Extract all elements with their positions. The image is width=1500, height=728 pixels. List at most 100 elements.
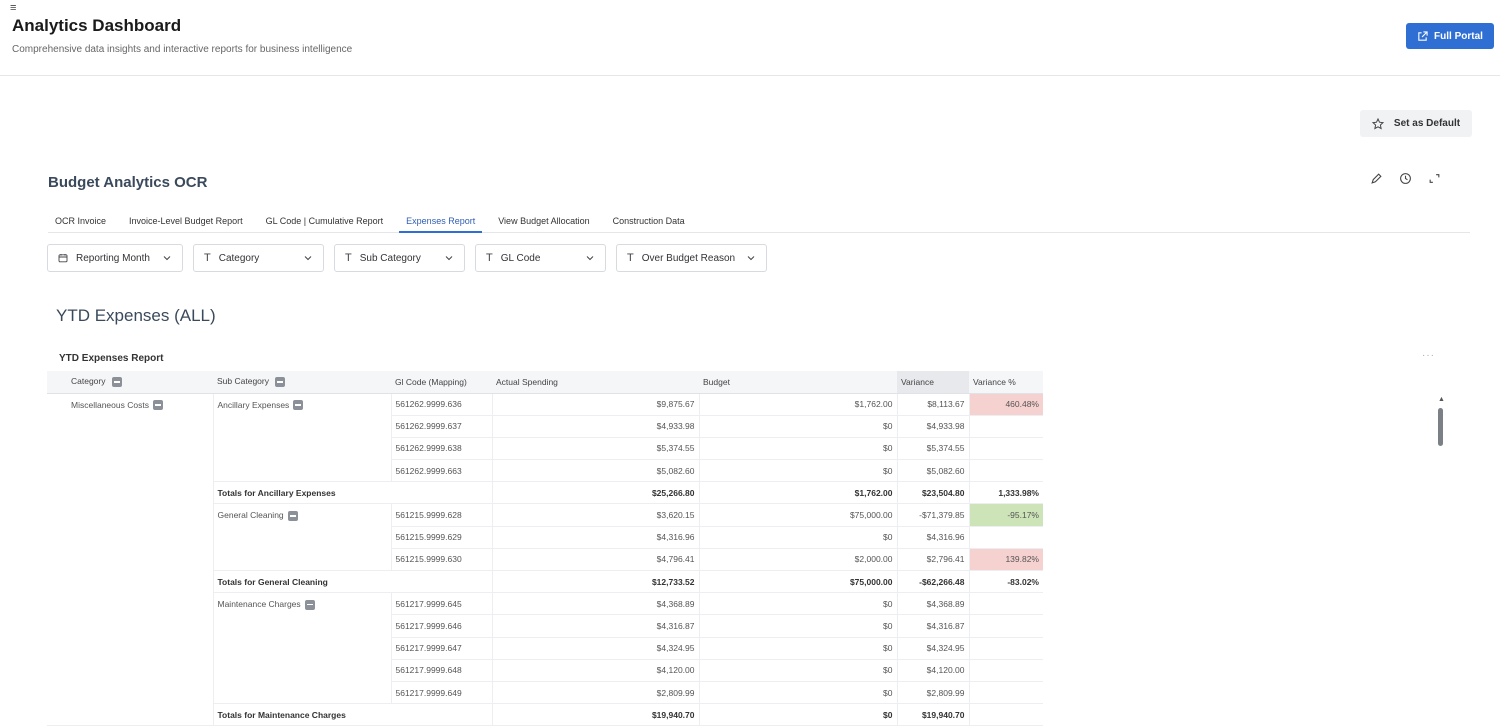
budget-cell: $0: [698, 637, 897, 660]
variance-pct-cell: [968, 459, 1043, 483]
variance-pct-cell: 1,333.98%: [968, 481, 1043, 505]
chevron-down-icon: [747, 256, 755, 261]
actual-spending-cell: $3,620.15: [491, 503, 699, 527]
actual-spending-cell: $4,316.87: [491, 614, 699, 638]
gl-code-cell: 561215.9999.628: [390, 503, 492, 527]
budget-cell: $75,000.00: [698, 503, 897, 527]
full-portal-button[interactable]: Full Portal: [1406, 23, 1494, 49]
scroll-up-arrow[interactable]: ▲: [1438, 396, 1445, 403]
history-icon[interactable]: [1399, 172, 1412, 185]
variance-cell: $19,940.70: [896, 703, 969, 727]
column-header-variance[interactable]: Variance: [897, 371, 969, 394]
gl-code-cell: 561215.9999.629: [390, 526, 492, 549]
variance-pct-cell: [968, 659, 1043, 682]
pivot-table: Category Sub Category Gl Code (Mapping) …: [47, 371, 1043, 727]
column-header-budget[interactable]: Budget: [699, 371, 897, 394]
collapse-icon[interactable]: [274, 377, 285, 388]
variance-pct-cell: -83.02%: [968, 570, 1043, 594]
chevron-down-icon: [586, 256, 594, 261]
column-header-sub-category[interactable]: Sub Category: [213, 371, 391, 394]
actual-spending-cell: $5,374.55: [491, 437, 699, 461]
variance-pct-cell: [968, 526, 1043, 549]
budget-cell: $0: [698, 415, 897, 438]
edit-icon[interactable]: [1370, 172, 1383, 185]
filter-gl-code[interactable]: T GL Code: [475, 244, 606, 272]
filter-label: Reporting Month: [76, 252, 150, 264]
text-icon: T: [486, 252, 493, 264]
column-header-variance-pct[interactable]: Variance %: [969, 371, 1043, 394]
variance-pct-cell: [968, 437, 1043, 461]
set-as-default-label: Set as Default: [1393, 118, 1461, 129]
filter-reporting-month[interactable]: Reporting Month: [47, 244, 183, 272]
variance-pct-cell: [968, 703, 1043, 727]
sub-category-cell: Ancillary Expenses: [212, 393, 391, 483]
tab-ocr-invoice[interactable]: OCR Invoice: [48, 212, 113, 233]
tab-gl-code-cumulative-report[interactable]: GL Code | Cumulative Report: [259, 212, 391, 233]
variance-cell: $2,809.99: [896, 681, 969, 705]
dashboard-actions: [1370, 172, 1441, 185]
filter-label: GL Code: [500, 252, 541, 264]
filter-sub-category[interactable]: T Sub Category: [334, 244, 465, 272]
filter-category[interactable]: T Category: [193, 244, 324, 272]
column-header-gl-code[interactable]: Gl Code (Mapping): [391, 371, 492, 394]
filter-over-budget-reason[interactable]: T Over Budget Reason: [616, 244, 767, 272]
variance-cell: $4,368.89: [896, 592, 969, 616]
actual-spending-cell: $4,796.41: [491, 548, 699, 572]
ytd-expenses-report: YTD Expenses Report ··· Category Sub Cat…: [47, 348, 1449, 728]
variance-cell: $4,316.87: [896, 614, 969, 638]
variance-pct-cell: -95.17%: [968, 503, 1043, 527]
variance-cell: $5,082.60: [896, 459, 969, 483]
budget-cell: $0: [698, 592, 897, 616]
variance-cell: $4,316.96: [896, 526, 969, 549]
gl-code-cell: 561262.9999.638: [390, 437, 492, 461]
actual-spending-cell: $12,733.52: [491, 570, 699, 594]
collapse-icon[interactable]: [304, 599, 315, 610]
tab-invoice-level-budget-report[interactable]: Invoice-Level Budget Report: [122, 212, 250, 233]
gl-code-cell: 561217.9999.648: [390, 659, 492, 682]
variance-pct-cell: [968, 681, 1043, 705]
more-options-icon[interactable]: ···: [1422, 350, 1435, 361]
external-link-icon: [1418, 30, 1428, 41]
subtotal-label: Totals for Ancillary Expenses: [212, 481, 492, 505]
hamburger-icon[interactable]: ≡: [10, 3, 16, 14]
budget-cell: $0: [698, 703, 897, 727]
star-icon: [1371, 117, 1384, 129]
tab-construction-data[interactable]: Construction Data: [606, 212, 692, 233]
tab-view-budget-allocation[interactable]: View Budget Allocation: [491, 212, 596, 233]
variance-pct-cell: [968, 637, 1043, 660]
gl-code-cell: 561217.9999.646: [390, 614, 492, 638]
pivot-table-container: Category Sub Category Gl Code (Mapping) …: [47, 371, 1043, 727]
actual-spending-cell: $4,316.96: [491, 526, 699, 549]
text-icon: T: [204, 252, 211, 264]
budget-cell: $0: [698, 459, 897, 483]
actual-spending-cell: $19,940.70: [491, 703, 699, 727]
tab-expenses-report[interactable]: Expenses Report: [399, 212, 483, 233]
collapse-icon[interactable]: [152, 400, 163, 411]
budget-cell: $0: [698, 659, 897, 682]
sub-category-cell: General Cleaning: [212, 503, 391, 571]
collapse-icon[interactable]: [293, 400, 304, 411]
actual-spending-cell: $4,120.00: [491, 659, 699, 682]
actual-spending-cell: $25,266.80: [491, 481, 699, 505]
variance-pct-cell: [968, 592, 1043, 616]
collapse-icon[interactable]: [287, 511, 298, 522]
column-header-category[interactable]: Category: [47, 371, 213, 394]
gl-code-cell: 561217.9999.645: [390, 592, 492, 616]
actual-spending-cell: $4,324.95: [491, 637, 699, 660]
scrollbar-thumb[interactable]: [1438, 408, 1443, 446]
column-header-actual-spending[interactable]: Actual Spending: [492, 371, 699, 394]
expand-icon[interactable]: [1428, 172, 1441, 185]
top-bar: ≡ Analytics Dashboard Comprehensive data…: [0, 0, 1500, 76]
app-subtitle: Comprehensive data insights and interact…: [12, 44, 353, 55]
variance-cell: $23,504.80: [896, 481, 969, 505]
set-as-default-button[interactable]: Set as Default: [1360, 110, 1472, 137]
budget-cell: $75,000.00: [698, 570, 897, 594]
variance-cell: $2,796.41: [896, 548, 969, 572]
budget-cell: $2,000.00: [698, 548, 897, 572]
variance-cell: -$71,379.85: [896, 503, 969, 527]
chevron-down-icon: [445, 256, 453, 261]
collapse-icon[interactable]: [111, 377, 122, 388]
table-header-row: Category Sub Category Gl Code (Mapping) …: [47, 371, 1043, 394]
budget-cell: $1,762.00: [698, 393, 897, 416]
chevron-down-icon: [304, 256, 312, 261]
